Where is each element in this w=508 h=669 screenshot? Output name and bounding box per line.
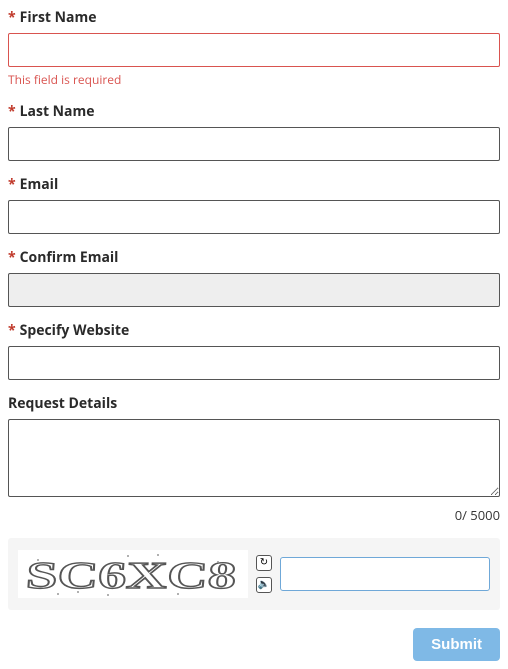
- label-text: Specify Website: [20, 321, 130, 340]
- last-name-input[interactable]: [8, 127, 500, 161]
- website-input[interactable]: [8, 346, 500, 380]
- audio-icon[interactable]: 🔈: [256, 577, 272, 593]
- field-details: Request Details 0/ 5000: [8, 394, 500, 524]
- char-count: 0/ 5000: [8, 506, 500, 524]
- details-label: Request Details: [8, 394, 500, 413]
- captcha-controls: ↻ 🔈: [256, 555, 272, 593]
- captcha-row: SC6XC8 ↻ 🔈: [8, 538, 500, 610]
- label-text: Last Name: [20, 102, 95, 121]
- first-name-label: *First Name: [8, 8, 500, 27]
- required-marker: *: [8, 175, 16, 194]
- field-first-name: *First Name This field is required: [8, 8, 500, 88]
- first-name-input[interactable]: [8, 33, 500, 67]
- required-marker: *: [8, 102, 16, 121]
- captcha-input[interactable]: [280, 557, 490, 591]
- submit-button[interactable]: Submit: [413, 628, 500, 661]
- required-marker: *: [8, 321, 16, 340]
- website-label: *Specify Website: [8, 321, 500, 340]
- first-name-error: This field is required: [8, 71, 500, 88]
- label-text: Confirm Email: [20, 248, 119, 267]
- details-textarea[interactable]: [8, 419, 500, 497]
- required-marker: *: [8, 8, 16, 27]
- field-website: *Specify Website: [8, 321, 500, 380]
- email-input[interactable]: [8, 200, 500, 234]
- last-name-label: *Last Name: [8, 102, 500, 121]
- required-marker: *: [8, 248, 16, 267]
- email-label: *Email: [8, 175, 500, 194]
- field-last-name: *Last Name: [8, 102, 500, 161]
- label-text: Email: [20, 175, 59, 194]
- label-text: Request Details: [8, 394, 117, 413]
- submit-row: Submit: [8, 628, 500, 661]
- field-confirm-email: *Confirm Email: [8, 248, 500, 307]
- confirm-email-label: *Confirm Email: [8, 248, 500, 267]
- refresh-icon[interactable]: ↻: [256, 555, 272, 571]
- captcha-text-svg: SC6XC8: [25, 555, 238, 597]
- label-text: First Name: [20, 8, 97, 27]
- field-email: *Email: [8, 175, 500, 234]
- confirm-email-input[interactable]: [8, 273, 500, 307]
- captcha-image: SC6XC8: [18, 550, 248, 598]
